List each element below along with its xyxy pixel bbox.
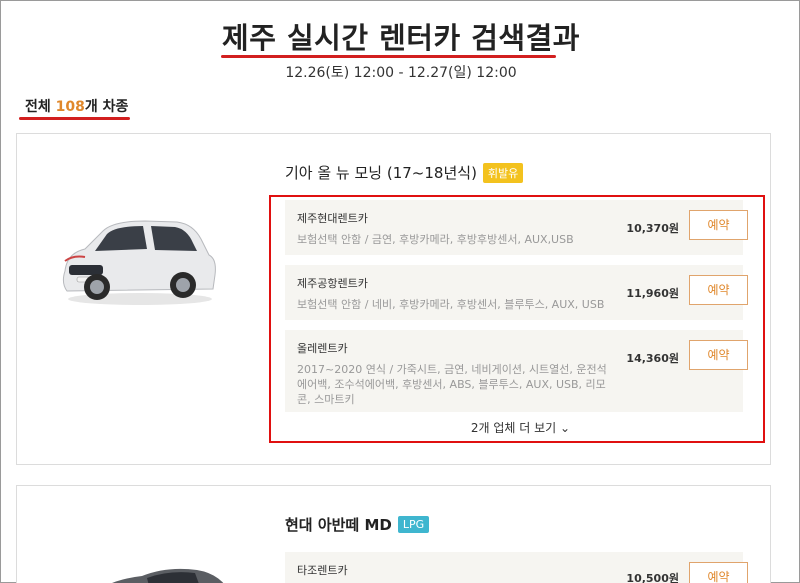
offer-options: 보험선택 안함 / 네비, 후방카메라, 후방센서, 블루투스, AUX, US… bbox=[297, 298, 605, 311]
car-card: 기아 올 뉴 모닝 (17~18년식) 휘발유 제주현대렌트카 보험선택 안함 … bbox=[16, 133, 771, 465]
total-number: 108 bbox=[55, 99, 85, 115]
car-name: 기아 올 뉴 모닝 (17~18년식) 휘발유 bbox=[285, 162, 524, 183]
total-prefix: 전체 bbox=[25, 99, 56, 115]
date-range: 12.26(토) 12:00 - 12.27(일) 12:00 bbox=[285, 65, 517, 81]
count-underline bbox=[19, 117, 130, 120]
offer-item: 제주현대렌트카 보험선택 안함 / 금연, 후방카메라, 후방후방센서, AUX… bbox=[285, 200, 748, 255]
car-name-label: 현대 아반떼 MD bbox=[285, 516, 392, 534]
offer-price: 10,370원 bbox=[626, 222, 679, 235]
fuel-badge: LPG bbox=[397, 516, 430, 533]
car-image bbox=[62, 220, 216, 305]
reserve-button[interactable]: 예약 bbox=[689, 562, 748, 583]
title-underline bbox=[221, 55, 556, 58]
reserve-button[interactable]: 예약 bbox=[689, 275, 748, 305]
total-count: 전체 108개 차종 bbox=[25, 96, 128, 116]
offer-item: 타조렌트카 10,500원 예약 bbox=[285, 552, 748, 583]
offer-options: 2017~2020 연식 / 가죽시트, 금연, 네비게이션, 시트열선, 운전… bbox=[297, 363, 607, 406]
car-name-label: 기아 올 뉴 모닝 (17~18년식) bbox=[285, 164, 477, 182]
more-companies-link[interactable]: 2개 업체 더 보기 ⌄ bbox=[285, 419, 756, 436]
car-image bbox=[112, 568, 224, 583]
offer-price: 14,360원 bbox=[626, 352, 679, 365]
car-name: 현대 아반떼 MD LPG bbox=[285, 514, 430, 535]
offer-item: 올레렌트카 2017~2020 연식 / 가죽시트, 금연, 네비게이션, 시트… bbox=[285, 330, 748, 412]
offer-options: 보험선택 안함 / 금연, 후방카메라, 후방후방센서, AUX,USB bbox=[297, 233, 574, 246]
total-suffix: 개 차종 bbox=[84, 99, 129, 115]
fuel-badge: 휘발유 bbox=[482, 162, 524, 183]
page-title: 제주 실시간 렌터카 검색결과 bbox=[222, 21, 580, 55]
offer-price: 11,960원 bbox=[626, 287, 679, 300]
offer-price: 10,500원 bbox=[626, 572, 679, 583]
reserve-button[interactable]: 예약 bbox=[689, 340, 748, 370]
reserve-button[interactable]: 예약 bbox=[689, 210, 748, 240]
car-card: 현대 아반떼 MD LPG 타조렌트카 10,500원 예약 bbox=[16, 485, 771, 583]
offer-item: 제주공항렌트카 보험선택 안함 / 네비, 후방카메라, 후방센서, 블루투스,… bbox=[285, 265, 748, 320]
